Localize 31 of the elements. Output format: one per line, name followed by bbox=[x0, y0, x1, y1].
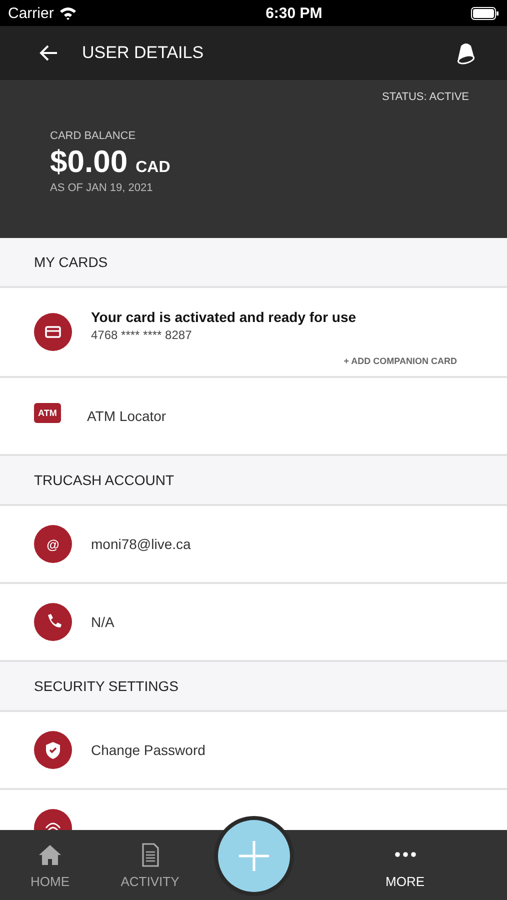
clock-text: 6:30 PM bbox=[266, 4, 322, 22]
card-status-text: Your card is activated and ready for use bbox=[91, 308, 356, 324]
tab-item[interactable]: ACTIVITY bbox=[100, 830, 200, 900]
balance-date: AS OF JAN 19, 2021 bbox=[50, 182, 154, 194]
section-header: MY CARDS bbox=[0, 238, 507, 288]
battery-icon bbox=[470, 6, 499, 20]
section-header: SECURITY SETTINGS bbox=[0, 662, 507, 712]
card-number: 4768 **** **** 8287 bbox=[91, 328, 193, 342]
row-label[interactable]: moni78@live.ca bbox=[91, 536, 191, 552]
screen-title: USER DETAILS bbox=[82, 43, 205, 63]
add-button[interactable] bbox=[218, 820, 290, 892]
tab-item[interactable]: MORE bbox=[355, 830, 455, 900]
at-sign-icon: @ bbox=[34, 525, 72, 563]
balance-label: CARD BALANCE bbox=[50, 130, 137, 142]
add-companion-card-link[interactable]: + ADD COMPANION CARD bbox=[344, 356, 457, 366]
card-icon bbox=[34, 313, 72, 351]
shield-check-icon bbox=[34, 731, 72, 769]
row-label[interactable]: ATM Locator bbox=[87, 408, 166, 424]
plus-icon bbox=[237, 839, 271, 873]
row-label[interactable]: N/A bbox=[91, 614, 114, 630]
currency-text: CAD bbox=[136, 159, 170, 177]
row-label[interactable]: Change Password bbox=[91, 742, 206, 758]
phone-icon bbox=[34, 603, 72, 641]
more-icon bbox=[394, 852, 416, 856]
tab-item[interactable]: HOME bbox=[0, 830, 100, 900]
carrier-text: Carrier bbox=[8, 4, 54, 22]
balance-amount: $0.00 bbox=[50, 144, 128, 180]
status-text: STATUS: ACTIVE bbox=[382, 91, 469, 103]
wifi-icon bbox=[58, 6, 77, 20]
atm-badge: ATM bbox=[34, 403, 61, 423]
section-header: TRUCASH ACCOUNT bbox=[0, 456, 507, 506]
